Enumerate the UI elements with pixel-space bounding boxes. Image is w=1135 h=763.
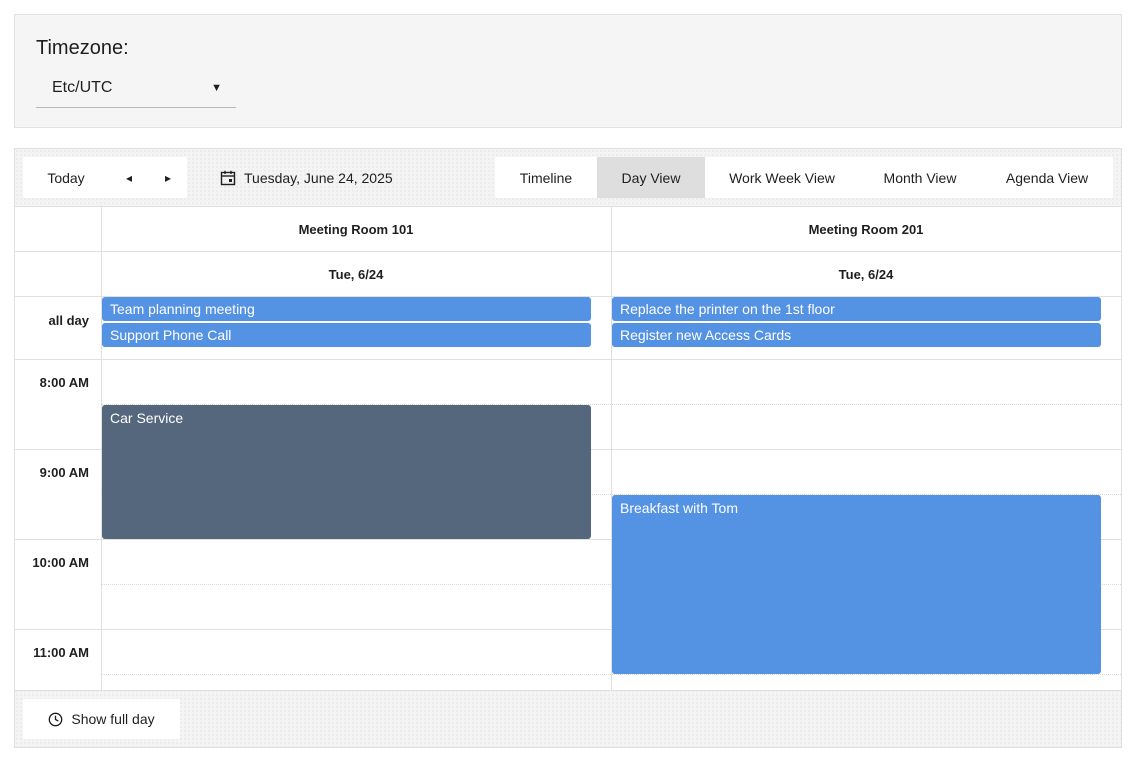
view-timeline[interactable]: Timeline [495, 157, 597, 198]
caret-down-icon: ▼ [211, 82, 222, 94]
view-switcher: Timeline Day View Work Week View Month V… [495, 157, 1113, 198]
date-header-room-201: Tue, 6/24 [838, 267, 894, 282]
grid-line [15, 359, 1121, 360]
grid-line [15, 251, 1121, 252]
view-work-week[interactable]: Work Week View [705, 157, 859, 198]
event-team-planning-meeting[interactable]: Team planning meeting [102, 297, 591, 321]
clock-icon [49, 712, 63, 726]
date-header-room-101: Tue, 6/24 [328, 267, 384, 282]
event-breakfast-with-tom[interactable]: Breakfast with Tom [612, 495, 1101, 674]
scheduler: Today ◂ ▸ Tuesday, June 24, 2025 Timelin… [14, 148, 1122, 748]
event-register-access-cards[interactable]: Register new Access Cards [612, 323, 1101, 347]
event-car-service[interactable]: Car Service [102, 405, 591, 539]
day-grid: Meeting Room 101 Meeting Room 201 Tue, 6… [15, 206, 1121, 691]
time-label: 11:00 AM [33, 645, 89, 660]
allday-label: all day [48, 313, 89, 328]
calendar-icon [220, 170, 236, 185]
grid-line [101, 674, 1121, 675]
timezone-select[interactable]: Etc/UTC ▼ [36, 73, 236, 108]
today-button[interactable]: Today [23, 157, 109, 198]
event-replace-printer[interactable]: Replace the printer on the 1st floor [612, 297, 1101, 321]
resource-header-room-101: Meeting Room 101 [298, 222, 414, 237]
show-full-day-button[interactable]: Show full day [23, 699, 180, 739]
resource-header-room-201: Meeting Room 201 [808, 222, 924, 237]
time-label: 8:00 AM [39, 375, 89, 390]
time-label: 10:00 AM [32, 555, 89, 570]
show-full-day-label: Show full day [71, 711, 155, 727]
view-month[interactable]: Month View [859, 157, 981, 198]
view-day[interactable]: Day View [597, 157, 705, 198]
event-support-phone-call[interactable]: Support Phone Call [102, 323, 591, 347]
prev-arrow-icon[interactable]: ◂ [109, 157, 149, 198]
timezone-panel: Timezone: Etc/UTC ▼ [14, 14, 1122, 128]
navigation-group: Today ◂ ▸ [23, 157, 187, 198]
date-picker-button[interactable]: Tuesday, June 24, 2025 [220, 157, 393, 198]
timezone-value: Etc/UTC [52, 79, 113, 96]
current-date: Tuesday, June 24, 2025 [244, 169, 393, 186]
next-arrow-icon[interactable]: ▸ [149, 157, 187, 198]
view-agenda[interactable]: Agenda View [981, 157, 1113, 198]
time-label: 9:00 AM [39, 465, 89, 480]
timezone-label: Timezone: [36, 37, 129, 59]
